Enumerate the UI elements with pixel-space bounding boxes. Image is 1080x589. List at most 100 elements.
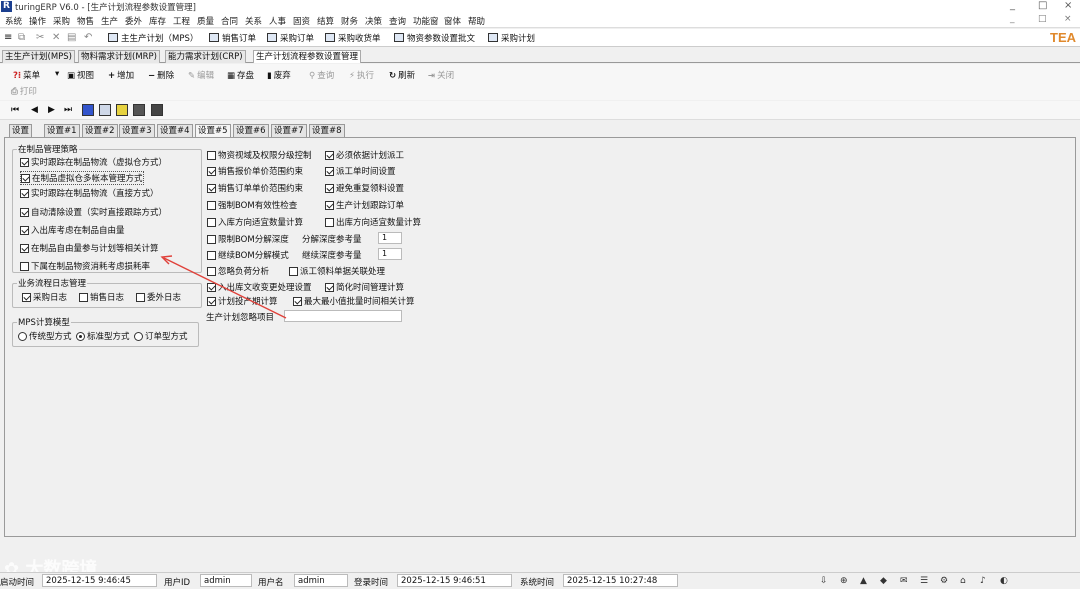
menu-operate[interactable]: 操作 — [29, 15, 46, 27]
checkbox[interactable] — [325, 200, 334, 210]
quick-mps[interactable]: 主生产计划（MPS） — [108, 32, 198, 44]
radio[interactable] — [76, 331, 85, 341]
checkbox[interactable] — [207, 234, 216, 244]
report-icon[interactable] — [151, 104, 163, 116]
tab-setting-5[interactable]: 设置#5 — [195, 124, 231, 137]
tab-setting-6[interactable]: 设置#6 — [233, 124, 269, 137]
opt-in-qty[interactable]: 入库方向适宜数量计算 — [207, 216, 303, 228]
radio[interactable] — [134, 331, 143, 341]
opt-bom-check[interactable]: 强制BOM有效性检查 — [207, 199, 297, 211]
checkbox[interactable] — [20, 207, 29, 217]
menu-system[interactable]: 系统 — [5, 15, 22, 27]
ignore-items-input[interactable] — [284, 310, 402, 322]
mdi-minimize-button[interactable]: _ — [1010, 14, 1015, 24]
tab-setting-3[interactable]: 设置#3 — [119, 124, 155, 137]
checkbox[interactable] — [21, 173, 30, 183]
delete-button[interactable]: − 删除 — [148, 69, 174, 81]
quick-material-param[interactable]: 物资参数设置批文 — [394, 32, 475, 44]
tab-setting-2[interactable]: 设置#2 — [82, 124, 118, 137]
checkbox[interactable] — [207, 200, 216, 210]
menu-sales[interactable]: 物售 — [77, 15, 94, 27]
tab-setting-8[interactable]: 设置#8 — [309, 124, 345, 137]
menu-finance[interactable]: 财务 — [341, 15, 358, 27]
tray-icon[interactable]: ⊕ — [840, 576, 848, 586]
view-button[interactable]: ▣ 视图 — [67, 69, 94, 81]
first-record-icon[interactable]: ⏮ — [11, 105, 19, 115]
tab-setting-7[interactable]: 设置#7 — [271, 124, 307, 137]
save-button[interactable]: ▦ 存盘 — [227, 69, 254, 81]
query-button[interactable]: ⚲ 查询 — [309, 69, 334, 81]
tray-icon[interactable]: ⚙ — [940, 576, 948, 586]
opt-avoid-dup[interactable]: 避免重复领料设置 — [325, 182, 404, 194]
checkbox[interactable] — [20, 157, 29, 167]
wip-option-5[interactable]: 在制品自由量参与计划等相关计算 — [20, 242, 159, 254]
log-purchase[interactable]: 采购日志 — [22, 291, 67, 303]
mps-traditional[interactable]: 传统型方式 — [18, 330, 72, 342]
wip-option-0[interactable]: 实时跟踪在制品物流（虚拟仓方式） — [20, 156, 167, 168]
quick-purchase-order[interactable]: 采购订单 — [267, 32, 314, 44]
discard-button[interactable]: ▮ 废弃 — [267, 69, 291, 81]
opt-bom-depth[interactable]: 限制BOM分解深度 — [207, 233, 289, 245]
menu-assets[interactable]: 固资 — [293, 15, 310, 27]
dropdown-arrow-icon[interactable]: ▾ — [55, 69, 59, 79]
tray-icon[interactable]: ⌂ — [960, 576, 966, 586]
wip-option-2[interactable]: 实时跟踪在制品物流（直接方式） — [20, 187, 159, 199]
opt-dispatch-by-plan[interactable]: 必须依据计划派工 — [325, 149, 404, 161]
tab-setting-0[interactable]: 设置 — [9, 124, 33, 137]
tray-icon[interactable]: ◐ — [1000, 576, 1008, 586]
tab-setting-4[interactable]: 设置#4 — [157, 124, 193, 137]
quick-sales-order[interactable]: 销售订单 — [209, 32, 256, 44]
import-icon[interactable] — [133, 104, 145, 116]
menu-button[interactable]: ?⁝ 菜单 — [13, 69, 40, 81]
checkbox[interactable] — [79, 292, 88, 302]
opt-plan-track[interactable]: 生产计划跟踪订单 — [325, 199, 404, 211]
opt-order-price[interactable]: 销售订单单价范围约束 — [207, 182, 303, 194]
execute-button[interactable]: ⚡ 执行 — [349, 69, 374, 81]
menu-function-window[interactable]: 功能窗 — [413, 15, 439, 27]
checkbox[interactable] — [22, 292, 31, 302]
menu-settlement[interactable]: 结算 — [317, 15, 334, 27]
menu-window[interactable]: 窗体 — [444, 15, 461, 27]
tray-icon[interactable]: ☰ — [920, 576, 928, 586]
checkbox[interactable] — [136, 292, 145, 302]
menu-outsource[interactable]: 委外 — [125, 15, 142, 27]
last-record-icon[interactable]: ⏭ — [64, 105, 72, 115]
opt-quote-price[interactable]: 销售报价单价范围约束 — [207, 165, 303, 177]
menu-production[interactable]: 生产 — [101, 15, 118, 27]
continue-ref-input[interactable]: 1 — [378, 248, 402, 260]
mdi-restore-button[interactable]: □ — [1038, 14, 1047, 24]
checkbox[interactable] — [207, 183, 216, 193]
menu-help[interactable]: 帮助 — [468, 15, 485, 27]
checkbox[interactable] — [325, 217, 334, 227]
checkbox[interactable] — [207, 150, 216, 160]
close-button[interactable]: × — [1064, 0, 1072, 11]
wip-option-3[interactable]: 自动清除设置（实时直接跟踪方式） — [20, 206, 167, 218]
menu-decision[interactable]: 决策 — [365, 15, 382, 27]
opt-minmax-batch[interactable]: 最大最小值批量时间相关计算 — [293, 295, 415, 307]
checkbox[interactable] — [325, 166, 334, 176]
opt-material-view[interactable]: 物资视域及权限分级控制 — [207, 149, 312, 161]
minimize-button[interactable]: _ — [1010, 0, 1015, 11]
menu-engineering[interactable]: 工程 — [173, 15, 190, 27]
checkbox[interactable] — [325, 183, 334, 193]
opt-simple-time[interactable]: 简化时间管理计算 — [325, 281, 404, 293]
menu-purchase[interactable]: 采购 — [53, 15, 70, 27]
menu-inventory[interactable]: 库存 — [149, 15, 166, 27]
checkbox[interactable] — [20, 261, 29, 271]
tray-icon[interactable]: ▲ — [860, 576, 867, 586]
prev-record-icon[interactable]: ◀ — [31, 105, 38, 115]
mps-standard[interactable]: 标准型方式 — [76, 330, 130, 342]
add-button[interactable]: + 增加 — [108, 69, 134, 81]
log-sales[interactable]: 销售日志 — [79, 291, 124, 303]
depth-ref-input[interactable]: 1 — [378, 232, 402, 244]
checkbox[interactable] — [207, 166, 216, 176]
export-icon[interactable] — [116, 104, 128, 116]
checkbox[interactable] — [20, 243, 29, 253]
checkbox[interactable] — [325, 282, 334, 292]
menu-hr[interactable]: 人事 — [269, 15, 286, 27]
menu-relation[interactable]: 关系 — [245, 15, 262, 27]
quick-purchase-receipt[interactable]: 采购收货单 — [325, 32, 381, 44]
wip-option-4[interactable]: 入出库考虑在制品自由量 — [20, 224, 125, 236]
checkbox[interactable] — [20, 188, 29, 198]
next-record-icon[interactable]: ▶ — [48, 105, 55, 115]
